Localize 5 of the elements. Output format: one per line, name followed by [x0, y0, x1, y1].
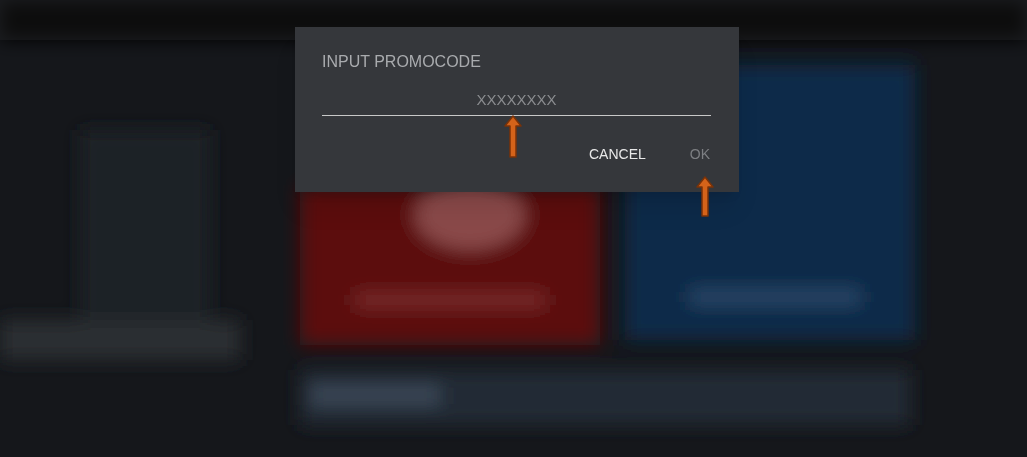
dialog-title: INPUT PROMOCODE — [322, 52, 481, 72]
arrow-icon — [503, 114, 523, 159]
input-field[interactable]: XXXXXXXX — [322, 89, 711, 116]
arrow-icon — [695, 175, 715, 218]
dialog-button[interactable]: CANCEL — [588, 143, 646, 165]
